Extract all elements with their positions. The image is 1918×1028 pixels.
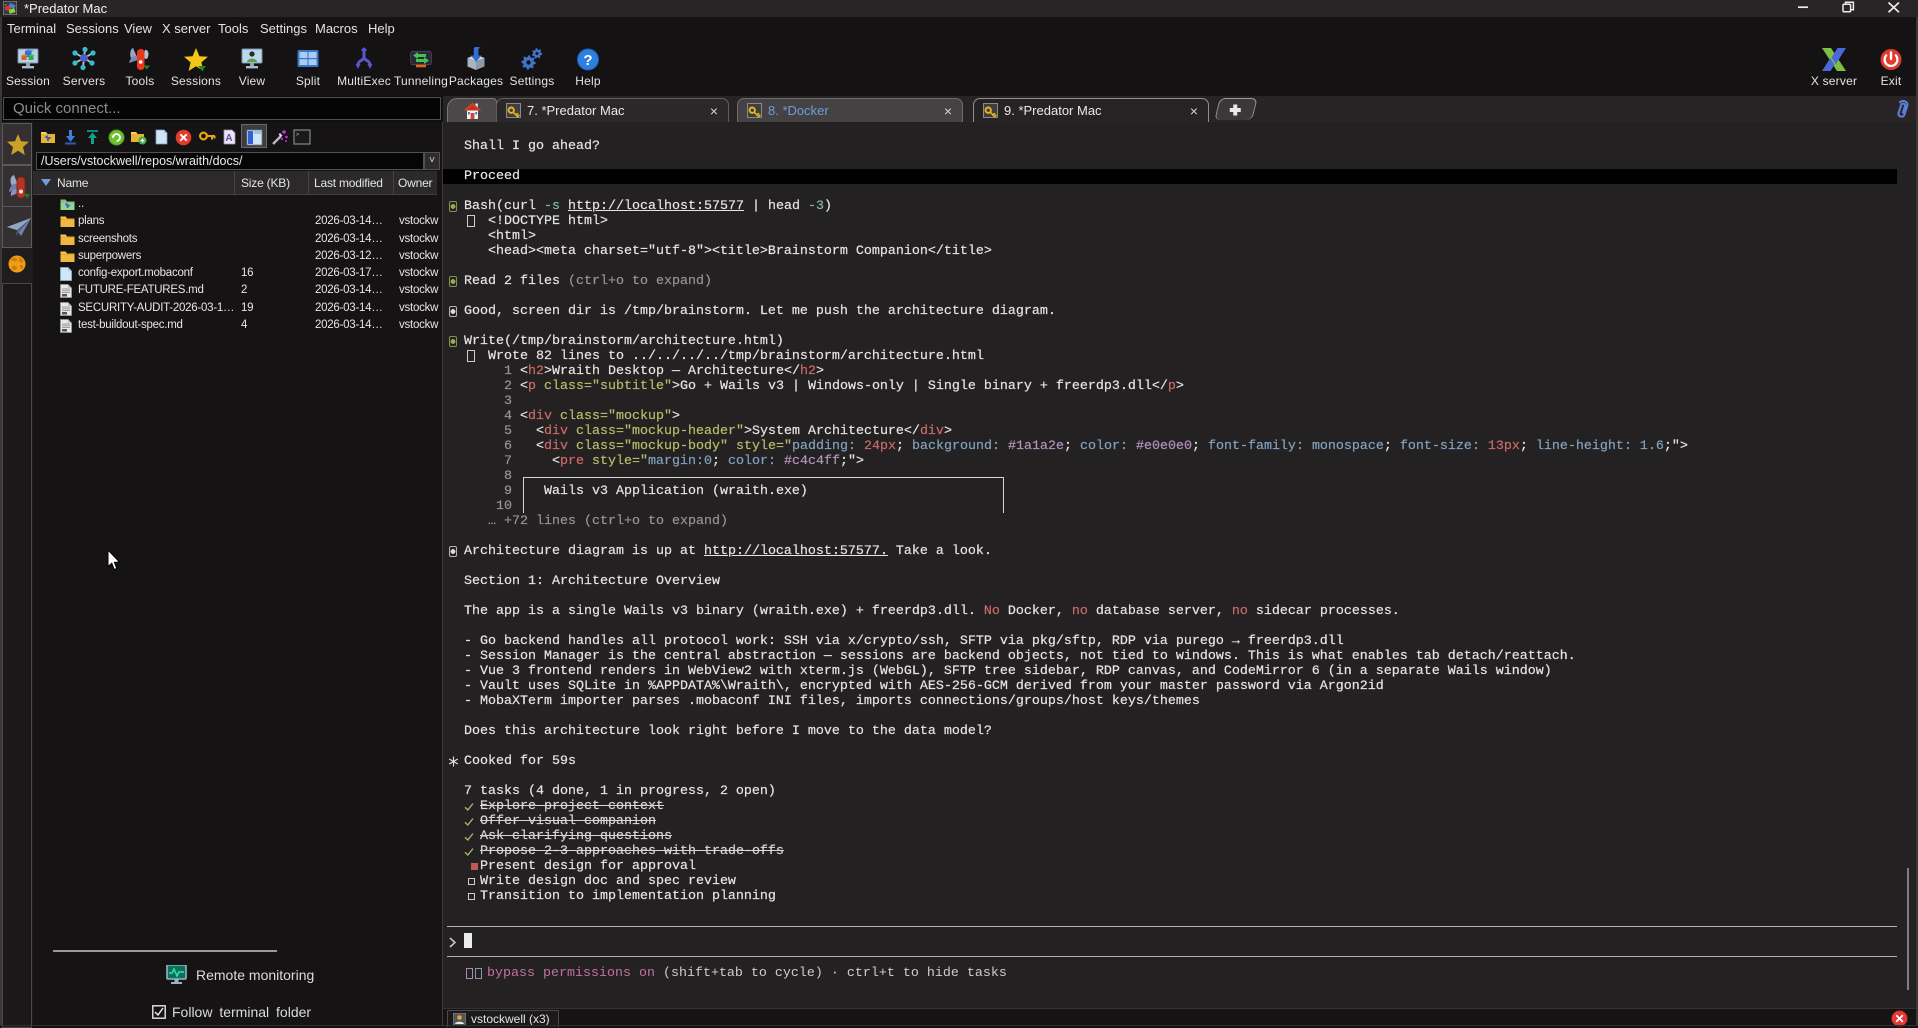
svg-text:A: A [225, 133, 232, 144]
svg-text:>: > [296, 132, 299, 138]
svg-text:?: ? [583, 52, 592, 69]
